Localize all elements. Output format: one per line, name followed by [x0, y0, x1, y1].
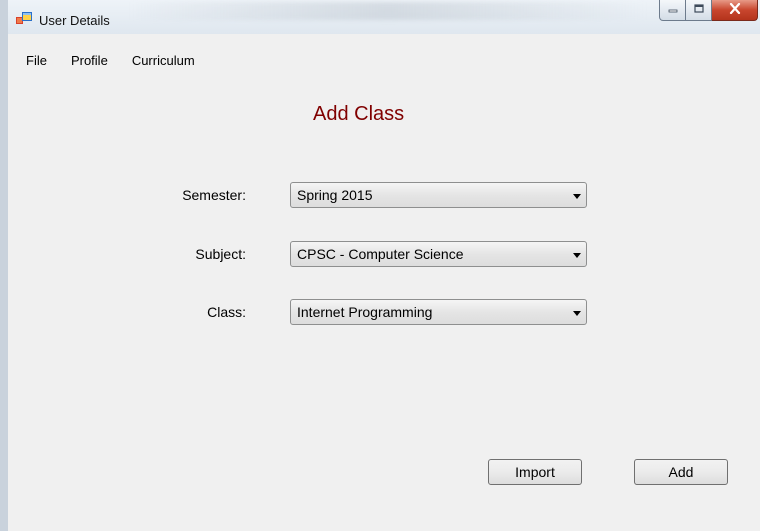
menu-bar: File Profile Curriculum [8, 48, 760, 72]
app-icon [16, 12, 32, 26]
close-button[interactable] [712, 0, 758, 21]
user-details-window: User Details File Profile Curriculum Add… [0, 0, 760, 531]
subject-label: Subject: [195, 246, 246, 262]
semester-value: Spring 2015 [297, 187, 373, 203]
add-button[interactable]: Add [634, 459, 728, 485]
minimize-icon [668, 1, 678, 19]
chevron-down-icon [573, 194, 581, 199]
semester-label: Semester: [182, 187, 246, 203]
class-label: Class: [207, 304, 246, 320]
subject-dropdown[interactable]: CPSC - Computer Science [290, 241, 587, 267]
page-title: Add Class [313, 103, 405, 125]
title-bar-background-blur [128, 2, 648, 20]
menu-item-profile[interactable]: Profile [71, 53, 108, 68]
subject-value: CPSC - Computer Science [297, 246, 464, 262]
maximize-button[interactable] [686, 0, 712, 21]
import-button[interactable]: Import [488, 459, 582, 485]
class-value: Internet Programming [297, 304, 433, 320]
chevron-down-icon [573, 311, 581, 316]
chevron-down-icon [573, 253, 581, 258]
menu-item-file[interactable]: File [26, 53, 47, 68]
minimize-button[interactable] [659, 0, 686, 21]
title-bar[interactable]: User Details [8, 0, 760, 34]
window-title: User Details [39, 13, 110, 28]
semester-dropdown[interactable]: Spring 2015 [290, 182, 587, 208]
maximize-icon [693, 1, 704, 19]
menu-item-curriculum[interactable]: Curriculum [132, 53, 195, 68]
window-controls [659, 0, 758, 21]
close-icon [729, 1, 741, 19]
class-dropdown[interactable]: Internet Programming [290, 299, 587, 325]
